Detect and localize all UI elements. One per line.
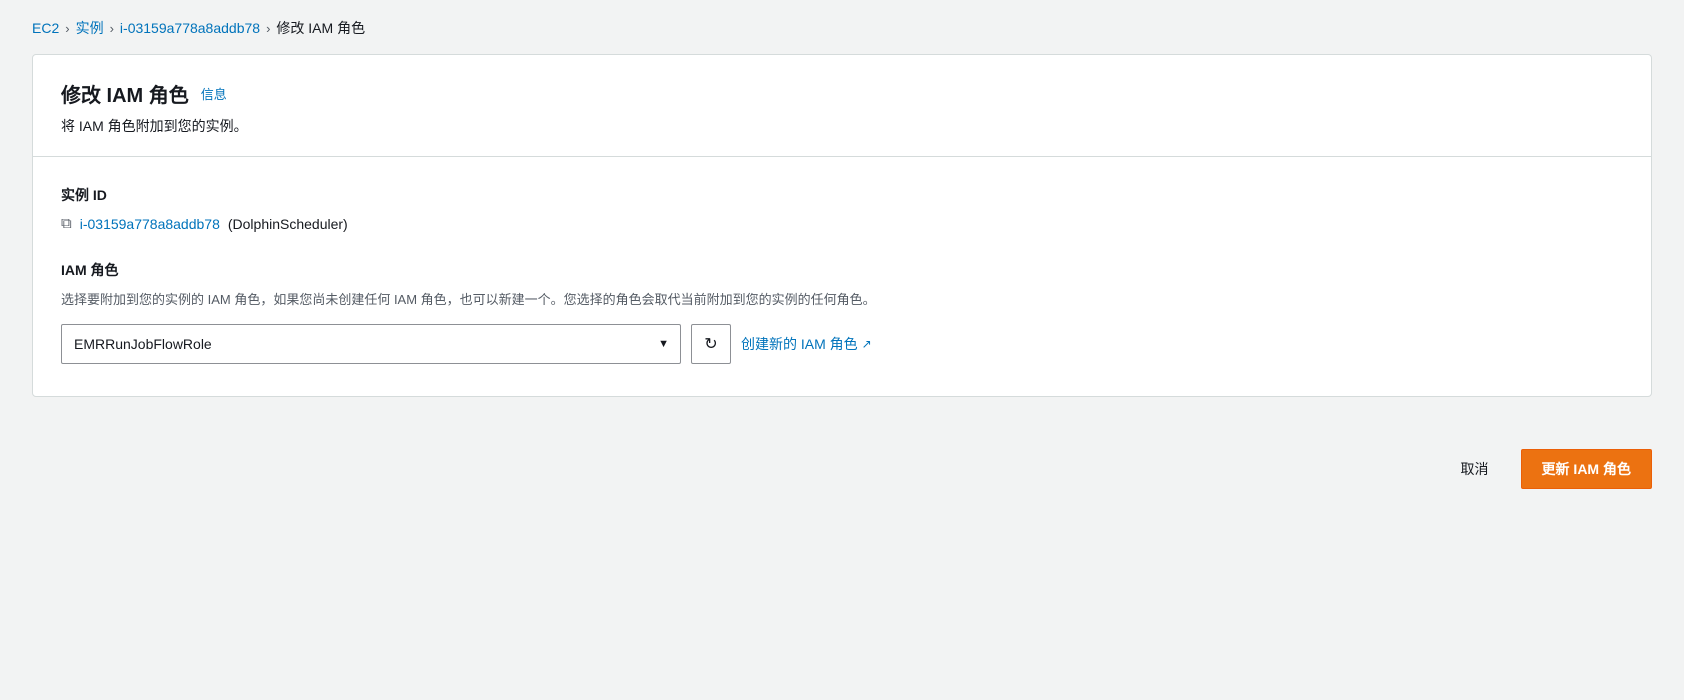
footer-actions: 取消 更新 IAM 角色 [0, 429, 1684, 509]
breadcrumb: EC2 › 实例 › i-03159a778a8addb78 › 修改 IAM … [0, 0, 1684, 54]
cancel-button[interactable]: 取消 [1445, 451, 1505, 487]
external-link-icon: ↗ [862, 337, 872, 351]
update-iam-role-button[interactable]: 更新 IAM 角色 [1521, 449, 1652, 489]
breadcrumb-instances[interactable]: 实例 [76, 18, 104, 38]
instance-name: (DolphinScheduler) [228, 216, 348, 232]
instance-id-link[interactable]: i-03159a778a8addb78 [80, 216, 220, 232]
instance-id-label: 实例 ID [61, 185, 1623, 205]
role-select-wrapper: EMRRunJobFlowRole ▼ [61, 324, 681, 364]
breadcrumb-separator-2: › [110, 21, 114, 36]
breadcrumb-current-page: 修改 IAM 角色 [276, 18, 365, 38]
card-header: 修改 IAM 角色 信息 将 IAM 角色附加到您的实例。 [33, 55, 1651, 157]
main-card: 修改 IAM 角色 信息 将 IAM 角色附加到您的实例。 实例 ID ⧉ i-… [32, 54, 1652, 397]
breadcrumb-separator-1: › [65, 21, 69, 36]
copy-icon[interactable]: ⧉ [61, 215, 72, 232]
card-subtitle: 将 IAM 角色附加到您的实例。 [61, 116, 1623, 136]
card-title-row: 修改 IAM 角色 信息 [61, 79, 1623, 108]
breadcrumb-separator-3: › [266, 21, 270, 36]
role-select-row: EMRRunJobFlowRole ▼ ↻ 创建新的 IAM 角色 ↗ [61, 324, 1623, 364]
instance-id-row: ⧉ i-03159a778a8addb78 (DolphinScheduler) [61, 215, 1623, 232]
refresh-icon: ↻ [704, 334, 717, 354]
page-title: 修改 IAM 角色 [61, 79, 189, 108]
refresh-button[interactable]: ↻ [691, 324, 731, 364]
iam-role-select[interactable]: EMRRunJobFlowRole [61, 324, 681, 364]
info-link[interactable]: 信息 [201, 84, 227, 103]
breadcrumb-instance-id[interactable]: i-03159a778a8addb78 [120, 20, 260, 36]
iam-role-description: 选择要附加到您的实例的 IAM 角色，如果您尚未创建任何 IAM 角色，也可以新… [61, 290, 1623, 310]
iam-role-label: IAM 角色 [61, 260, 1623, 280]
breadcrumb-ec2[interactable]: EC2 [32, 20, 59, 36]
create-role-link-text: 创建新的 IAM 角色 [741, 334, 858, 354]
create-iam-role-link[interactable]: 创建新的 IAM 角色 ↗ [741, 334, 872, 354]
card-body: 实例 ID ⧉ i-03159a778a8addb78 (DolphinSche… [33, 157, 1651, 396]
